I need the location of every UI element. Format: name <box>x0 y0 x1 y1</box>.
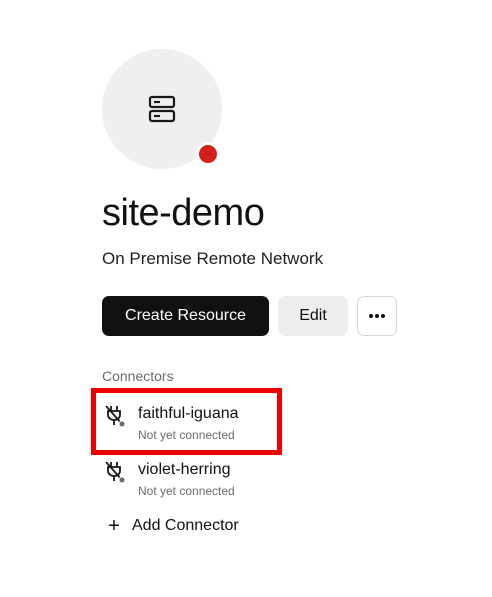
connector-item-faithful-iguana[interactable]: faithful-iguana Not yet connected <box>102 401 302 445</box>
connectors-section-label: Connectors <box>102 368 174 384</box>
plus-icon: + <box>108 515 120 537</box>
remote-network-page: site-demo On Premise Remote Network Crea… <box>0 0 492 597</box>
connector-status: Not yet connected <box>138 484 235 498</box>
status-indicator <box>196 142 220 166</box>
page-title: site-demo <box>102 192 265 234</box>
connector-name: violet-herring <box>138 461 231 478</box>
edit-button[interactable]: Edit <box>278 296 348 336</box>
more-horizontal-icon <box>369 314 385 318</box>
connector-status: Not yet connected <box>138 428 235 442</box>
more-options-button[interactable] <box>357 296 397 336</box>
plug-icon <box>105 405 125 427</box>
add-connector-label: Add Connector <box>132 517 239 534</box>
network-type: On Premise Remote Network <box>102 249 324 268</box>
create-resource-button[interactable]: Create Resource <box>102 296 269 336</box>
action-bar: Create Resource Edit <box>102 296 397 336</box>
connector-name: faithful-iguana <box>138 405 239 422</box>
add-connector-button[interactable]: + Add Connector <box>104 515 239 537</box>
server-icon <box>148 95 176 123</box>
plug-icon <box>105 461 125 483</box>
connector-item-violet-herring[interactable]: violet-herring Not yet connected <box>102 457 302 501</box>
